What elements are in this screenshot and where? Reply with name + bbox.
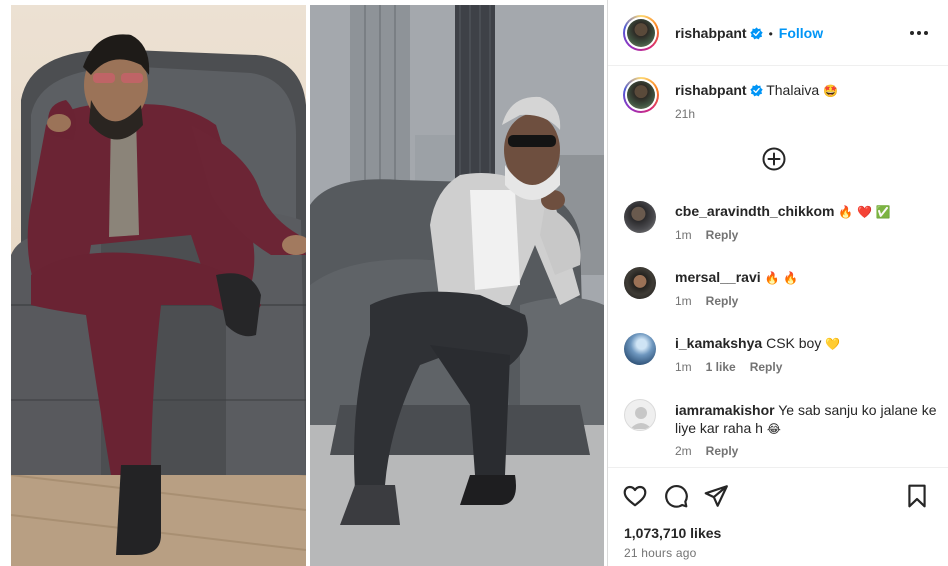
- comment-avatar[interactable]: [624, 333, 656, 365]
- comment-meta: 1m Reply: [675, 228, 738, 242]
- comment-emoji: 😂: [766, 422, 781, 436]
- post-actions: 1,073,710 likes 21 hours ago: [608, 467, 948, 566]
- comment-text: Ye sab sanju ko jalane ke: [778, 402, 937, 418]
- caption-username[interactable]: rishabpant: [675, 82, 747, 98]
- comment-text-continued: liye kar raha h: [675, 420, 763, 436]
- comment-username[interactable]: cbe_aravindth_chikkom: [675, 203, 835, 219]
- author-username[interactable]: rishabpant: [675, 25, 747, 41]
- send-icon[interactable]: [703, 483, 729, 509]
- post-viewer: rishabpant • Follow rishabpant Thalaiva 🤩 …: [0, 0, 948, 566]
- comment-username[interactable]: mersal__ravi: [675, 269, 761, 285]
- comment-time: 1m: [675, 360, 692, 374]
- reply-button[interactable]: Reply: [706, 444, 739, 458]
- person-in-sofa-illustration: [11, 34, 306, 566]
- comment-item: mersal__ravi 🔥 🔥: [675, 268, 798, 287]
- post-sidebar: rishabpant • Follow rishabpant Thalaiva 🤩 …: [607, 0, 948, 566]
- more-horizontal-icon[interactable]: [907, 24, 931, 42]
- comment-username[interactable]: iamramakishor: [675, 402, 775, 418]
- comment-time: 1m: [675, 294, 692, 308]
- comment-meta: 2m Reply: [675, 444, 738, 458]
- post-media[interactable]: [0, 0, 607, 566]
- verified-badge-icon: [749, 27, 763, 40]
- comment-icon[interactable]: [663, 483, 689, 509]
- comment-meta: 1m 1 like Reply: [675, 360, 782, 374]
- likes-count[interactable]: 1,073,710 likes: [624, 525, 721, 541]
- author-avatar[interactable]: [623, 15, 659, 51]
- comment-item: cbe_aravindth_chikkom 🔥 ❤️ ✅: [675, 202, 891, 221]
- reply-button[interactable]: Reply: [750, 360, 783, 374]
- comment-emoji: 🔥 🔥: [764, 271, 799, 285]
- comment-avatar[interactable]: [624, 201, 656, 233]
- caption-author-avatar[interactable]: [623, 77, 659, 113]
- comment-emoji: 💛: [825, 337, 841, 351]
- caption-text: Thalaiva: [766, 82, 820, 98]
- caption-emoji: 🤩: [823, 84, 838, 98]
- caption: rishabpant Thalaiva 🤩: [675, 82, 838, 98]
- photo-right: [310, 5, 604, 566]
- heart-icon[interactable]: [622, 483, 648, 509]
- author-header-line: rishabpant • Follow: [675, 25, 823, 41]
- comment-time: 1m: [675, 228, 692, 242]
- comment-avatar[interactable]: [624, 267, 656, 299]
- post-timestamp[interactable]: 21 hours ago: [624, 546, 696, 560]
- comment-item: iamramakishor Ye sab sanju ko jalane ke …: [675, 401, 937, 438]
- caption-time: 21h: [675, 107, 696, 121]
- comment-emoji: 🔥 ❤️ ✅: [838, 205, 891, 219]
- comment-meta: 1m Reply: [675, 294, 738, 308]
- header-separator: •: [768, 27, 773, 41]
- default-avatar-icon: [630, 407, 652, 429]
- reply-button[interactable]: Reply: [706, 294, 739, 308]
- comment-time: 2m: [675, 444, 692, 458]
- follow-button[interactable]: Follow: [779, 25, 823, 41]
- comment-username[interactable]: i_kamakshya: [675, 335, 762, 351]
- bookmark-icon[interactable]: [904, 483, 930, 509]
- comment-item: i_kamakshya CSK boy 💛: [675, 334, 840, 353]
- comment-avatar[interactable]: [624, 399, 656, 431]
- photo-left: [11, 5, 306, 566]
- plus-circle-icon[interactable]: [762, 147, 786, 171]
- comment-likes[interactable]: 1 like: [706, 360, 736, 374]
- man-in-chair-illustration: [310, 5, 604, 566]
- post-header: rishabpant • Follow: [608, 0, 948, 66]
- verified-badge-icon: [749, 84, 763, 97]
- reply-button[interactable]: Reply: [706, 228, 739, 242]
- comment-text: CSK boy: [766, 335, 822, 351]
